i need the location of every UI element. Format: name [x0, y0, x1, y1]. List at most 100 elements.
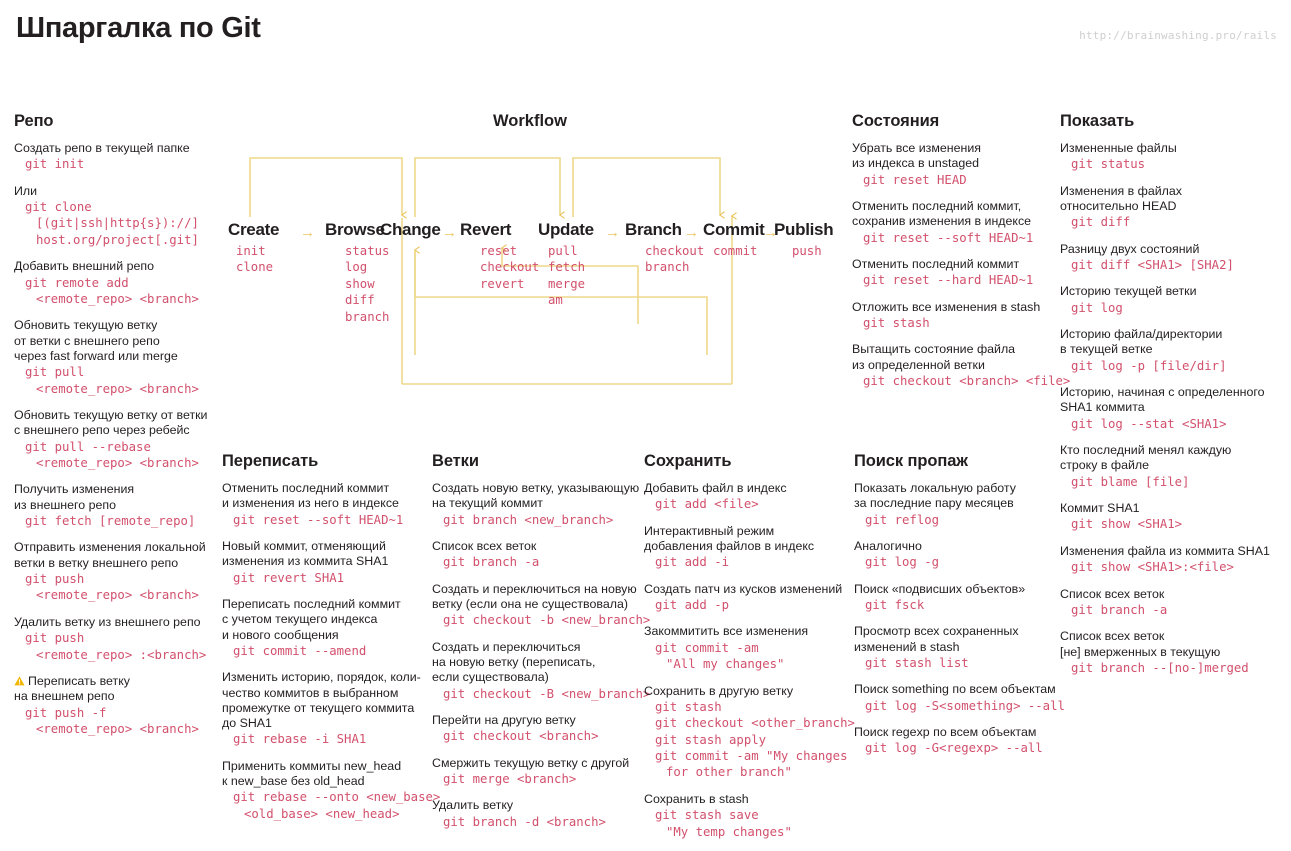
cheat-block: Список всех веток git branch -a: [1060, 587, 1285, 619]
page-title: Шпаргалка по Git: [16, 12, 261, 44]
git-command-continuation: <remote_repo> <branch>: [36, 456, 199, 471]
git-command: git stash save: [655, 808, 759, 823]
cheat-block: Список всех веток [не] вмерженных в текущ…: [1060, 629, 1285, 676]
cheat-block: Изменения файла из коммита SHA1 git show …: [1060, 544, 1285, 576]
block-description-line: промежутке от текущего коммита: [222, 700, 415, 715]
cheat-block: Добавить внешний репо git remote add <remo…: [14, 259, 214, 307]
git-command-continuation: <remote_repo> <branch>: [36, 721, 199, 736]
block-description-line: Переписать ветку: [14, 674, 214, 689]
cheat-block: Переписать ветку на внешнем репо git push …: [14, 674, 214, 737]
cheat-block: Создать и переключиться на новую ветку (е…: [432, 581, 650, 629]
cheat-block: Добавить файл в индекс git add <file>: [644, 481, 849, 513]
workflow-node-commands: commit: [713, 244, 758, 258]
git-command-continuation: "All my changes": [666, 657, 785, 672]
workflow-flow-arrow-icon: →: [605, 224, 620, 241]
block-description-line: Перейти на другую ветку: [432, 713, 576, 727]
git-command-continuation: <old_base> <new_head>: [244, 806, 400, 821]
cheat-block: Обновить текущую ветку от ветки с внешнег…: [14, 318, 214, 397]
cheat-block: Поиск something по всем объектам git log …: [854, 682, 1065, 714]
git-command: git push: [25, 631, 85, 646]
cheat-block: Показать локальную работу за последние па…: [854, 481, 1059, 528]
git-command-continuation: "My temp changes": [666, 824, 792, 839]
cheat-block: Измененные файлы git status: [1060, 141, 1285, 173]
cheat-block: Просмотр всех сохраненных изменений в sta…: [854, 624, 1059, 671]
block-description-line: через fast forward или merge: [14, 348, 178, 363]
block-description-line: Поиск regexp по всем объектам: [854, 725, 1037, 740]
workflow-node-label: Change: [380, 220, 441, 239]
git-command: git rebase -i SHA1: [233, 732, 367, 747]
git-command: git log -G<regexp> --all: [865, 741, 1043, 756]
block-description-line: Список всех веток: [1060, 586, 1165, 601]
git-command: git checkout <branch>: [443, 729, 599, 744]
block-description-line: Сохранить в другую ветку: [644, 683, 794, 698]
workflow-node-commands: status log show diff branch: [345, 244, 390, 324]
git-command: git log: [1071, 300, 1123, 315]
workflow-node-commands: reset checkout revert: [480, 244, 540, 291]
block-description-line: чество коммитов в выбранном: [222, 685, 399, 700]
block-description-line: Смержить текущую ветку с другой: [432, 755, 630, 770]
git-command: git clone: [25, 200, 92, 214]
cheat-block: Применить коммиты new_head к new_base без…: [222, 759, 440, 822]
block-description-line: Интерактивный режим: [644, 523, 775, 538]
workflow-node-create[interactable]: Create init clone: [228, 220, 279, 276]
column-repo: Репо Создать репо в текущей папке git ini…: [14, 112, 214, 748]
source-url: http://brainwashing.pro/rails: [1079, 29, 1277, 42]
cheat-block: Коммит SHA1 git show <SHA1>: [1060, 501, 1285, 533]
git-command: git log -p [file/dir]: [1071, 358, 1227, 373]
block-description-line: ветки в ветку внешнего репо: [14, 555, 179, 570]
block-list-show: Измененные файлы git status Изменения в фа…: [1060, 141, 1285, 676]
workflow-node-revert[interactable]: Revert reset checkout revert: [460, 220, 539, 292]
block-description-line: Отменить последний коммит,: [852, 199, 1022, 213]
git-command: git show <SHA1>: [1071, 517, 1183, 532]
block-description-line: относительно HEAD: [1060, 199, 1177, 213]
cheat-block: Смержить текущую ветку с другой git merge…: [432, 756, 642, 788]
git-command: git commit -am "My changes: [655, 749, 848, 764]
block-description-line: Показать локальную работу: [854, 481, 1016, 495]
block-description-line: Обновить текущую ветку от ветки: [14, 408, 208, 423]
block-description-line: Историю, начиная с определенного: [1060, 385, 1265, 400]
workflow-node-publish[interactable]: Publish push: [774, 220, 834, 259]
column-heading-branches: Ветки: [432, 452, 479, 470]
block-description-line: Коммит SHA1: [1060, 501, 1140, 516]
column-lost: Поиск пропаж Показать локальную работу за…: [854, 452, 1065, 768]
block-list-lost: Показать локальную работу за последние па…: [854, 481, 1065, 757]
cheat-block: Поиск regexp по всем объектам git log -G<…: [854, 725, 1059, 757]
cheat-block: Отменить последний коммит, сохранив измен…: [852, 199, 1052, 246]
cheat-block: Создать и переключиться на новую ветку (п…: [432, 640, 650, 702]
column-rewrite: Переписать Отменить последний коммит и из…: [222, 452, 440, 833]
block-description-line: на текущий коммит: [432, 496, 543, 511]
cheat-block: Изменить историю, порядок, коли-чество к…: [222, 670, 427, 748]
block-description-line: к new_base без old_head: [222, 774, 365, 789]
workflow-node-label: Create: [228, 220, 280, 239]
workflow-node-commit[interactable]: Commit commit: [703, 220, 765, 259]
block-description-line: Создать и переключиться на новую: [432, 581, 637, 596]
block-list-branches: Создать новую ветку, указывающую на текущ…: [432, 481, 650, 830]
block-description-line: Список всех веток: [1060, 629, 1165, 644]
workflow-flow-arrow-icon: →: [300, 224, 315, 241]
block-description-line: за последние пару месяцев: [854, 496, 1014, 511]
git-command: git stash apply: [655, 732, 767, 747]
block-description-line: ветку (если она не существовала): [432, 597, 628, 611]
block-description-line: Создать репо в текущей папке: [14, 141, 190, 155]
cheat-block: Создать патч из кусков изменений git add …: [644, 582, 849, 614]
git-command: git branch -a: [1071, 602, 1168, 617]
cheat-block: Удалить ветку git branch -d <branch>: [432, 798, 642, 830]
git-command-continuation: <remote_repo> <branch>: [36, 588, 199, 603]
workflow-node-change[interactable]: Change: [380, 220, 441, 240]
cheat-block: Отправить изменения локальной ветки в вет…: [14, 540, 214, 603]
block-description-line: Удалить ветку: [432, 798, 514, 813]
git-command: git diff <SHA1> [SHA2]: [1071, 258, 1234, 272]
git-command: git pull: [25, 365, 85, 380]
cheat-block: Удалить ветку из внешнего репо git push <r…: [14, 615, 214, 663]
git-command: git reset HEAD: [863, 172, 967, 187]
workflow-node-label: Publish: [774, 220, 834, 239]
column-heading-save: Сохранить: [644, 452, 732, 470]
workflow-node-label: Commit: [703, 220, 765, 239]
block-description-line: Изменить историю, порядок, коли-: [222, 670, 421, 685]
workflow-node-update[interactable]: Update pull fetch merge am: [538, 220, 594, 309]
cheat-block: Историю, начиная с определенного SHA1 ком…: [1060, 385, 1285, 432]
git-command: git push: [25, 572, 85, 587]
cheat-block: Или git clone [(git|ssh|http{s})://] host.o…: [14, 184, 214, 249]
workflow-node-commands: push: [792, 244, 822, 258]
block-description-line: Измененные файлы: [1060, 141, 1177, 155]
